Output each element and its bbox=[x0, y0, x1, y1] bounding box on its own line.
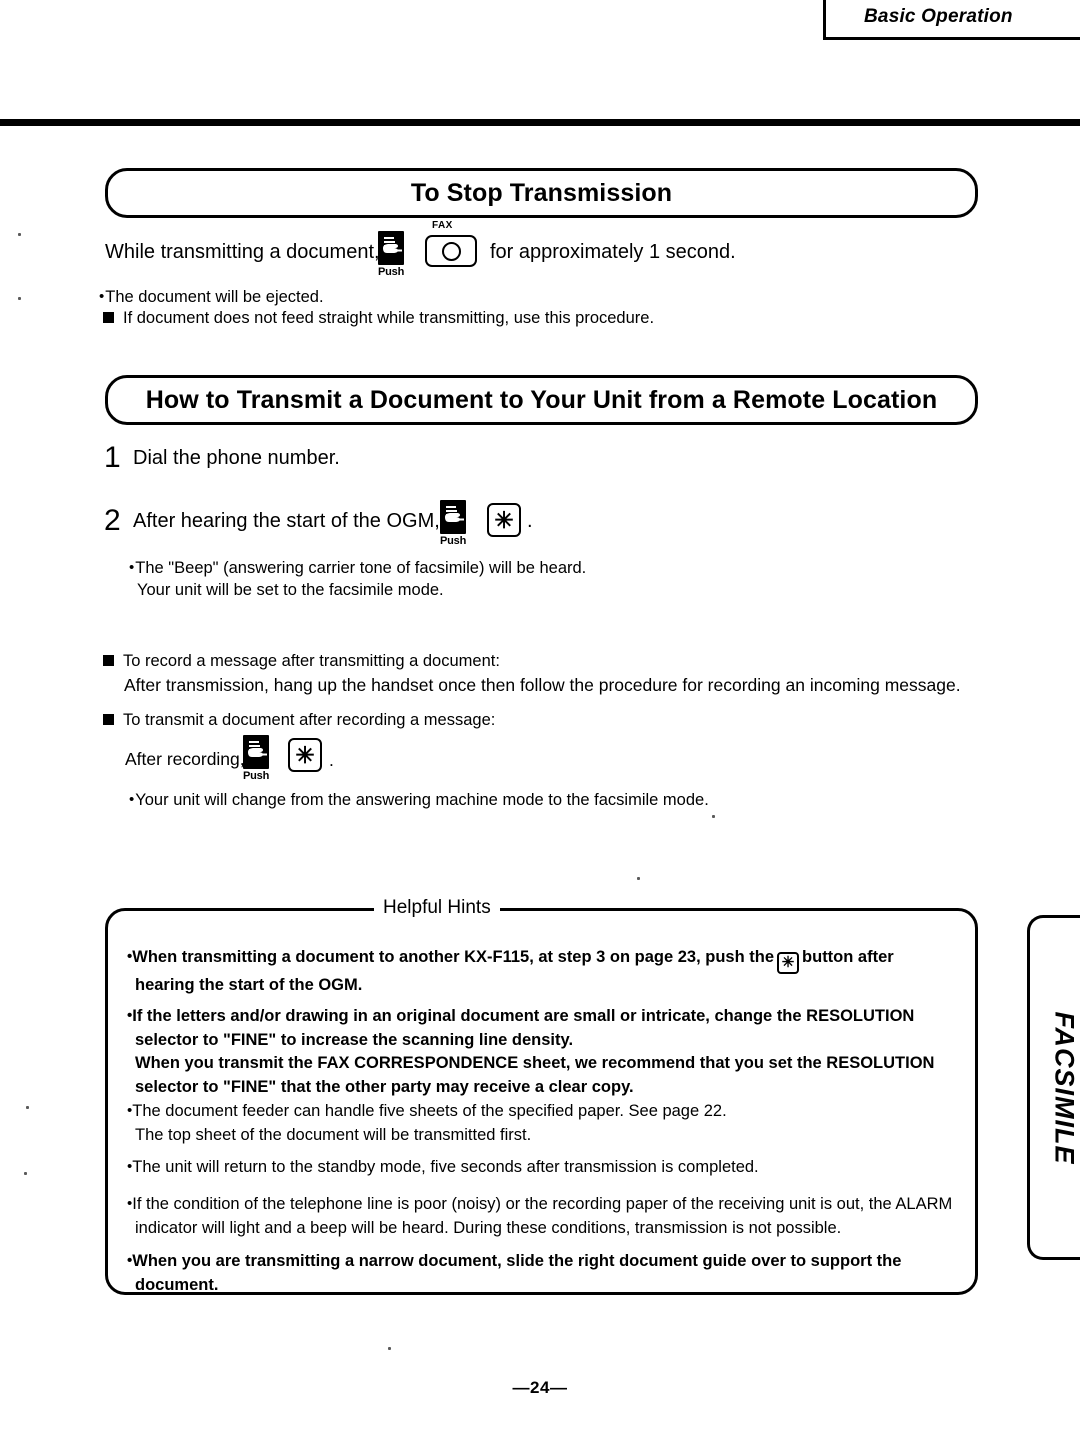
scan-speckle bbox=[18, 233, 21, 236]
scan-speckle bbox=[388, 1347, 391, 1350]
push-label: Push bbox=[378, 266, 405, 278]
hint-line-1: If the letters and/or drawing in an orig… bbox=[132, 1007, 915, 1025]
step-2-text-before: After hearing the start of the OGM, bbox=[133, 510, 440, 532]
hint-line-1: The unit will return to the standby mode… bbox=[132, 1158, 759, 1176]
asterisk-button-inline[interactable]: ✳ bbox=[777, 951, 800, 974]
after-recording-label: After recording, bbox=[125, 749, 245, 769]
note-text: Your unit will change from the answering… bbox=[135, 791, 709, 809]
square-note-text: If document does not feed straight while… bbox=[123, 309, 655, 327]
step-1-text: Dial the phone number. bbox=[133, 447, 340, 469]
section-title-text: How to Transmit a Document to Your Unit … bbox=[145, 385, 938, 414]
section-heading-remote-transmit: How to Transmit a Document to Your Unit … bbox=[105, 375, 978, 425]
step-2-number: 2 bbox=[104, 504, 121, 537]
hint-item-4: •The unit will return to the standby mod… bbox=[127, 1155, 957, 1180]
push-hand-icon-stop: Push bbox=[378, 231, 404, 278]
scan-speckle bbox=[26, 1106, 29, 1109]
side-index-tab-facsimile: FACSIMILE bbox=[1027, 915, 1080, 1260]
step-2-note-1: •The "Beep" (answering carrier tone of f… bbox=[129, 557, 586, 579]
square-note-heading: To transmit a document after recording a… bbox=[123, 711, 496, 729]
header-divider-rule bbox=[0, 119, 1080, 126]
asterisk-button-after-recording[interactable]: ✳ bbox=[288, 738, 322, 772]
page-number: —24— bbox=[512, 1378, 568, 1397]
hint-item-3: •The document feeder can handle five she… bbox=[127, 1099, 957, 1147]
note-text: The "Beep" (answering carrier tone of fa… bbox=[135, 559, 587, 577]
bullet-square-icon bbox=[103, 655, 114, 666]
after-recording-period: . bbox=[329, 750, 334, 770]
stop-instruction-before: While transmitting a document, bbox=[105, 241, 380, 263]
note-text: Your unit will be set to the facsimile m… bbox=[137, 581, 444, 599]
side-index-tab-label: FACSIMILE bbox=[1049, 1010, 1079, 1165]
running-header-box: Basic Operation bbox=[823, 0, 1080, 40]
bullet-square-icon bbox=[103, 312, 114, 323]
square-note-record-body: After transmission, hang up the handset … bbox=[124, 675, 961, 695]
bullet-dot-icon: • bbox=[129, 559, 135, 576]
square-note-feed-straight: If document does not feed straight while… bbox=[103, 307, 963, 330]
push-hand-icon-after-recording: Push bbox=[243, 735, 269, 782]
hand-icon bbox=[440, 500, 466, 534]
hand-icon bbox=[378, 231, 404, 265]
push-label: Push bbox=[440, 535, 467, 547]
fax-button-caption: FAX bbox=[432, 220, 453, 231]
hint-line-2: indicator will light and a beep will be … bbox=[135, 1218, 842, 1237]
stop-instruction-after: for approximately 1 second. bbox=[490, 241, 736, 263]
square-note-record-after-transmit: To record a message after transmitting a… bbox=[103, 650, 983, 673]
hint-line-2: selector to "FINE" to increase the scann… bbox=[135, 1030, 574, 1049]
push-hand-icon-step2: Push bbox=[440, 500, 466, 547]
running-header-label: Basic Operation bbox=[864, 6, 1013, 27]
hint-line-1: The document feeder can handle five shee… bbox=[132, 1102, 727, 1120]
hand-icon bbox=[243, 735, 269, 769]
step-2-text-after: . bbox=[527, 510, 533, 532]
scan-speckle bbox=[24, 1172, 27, 1175]
hint-item-5: •If the condition of the telephone line … bbox=[127, 1192, 957, 1240]
scan-speckle bbox=[18, 297, 21, 300]
section-heading-stop-transmission: To Stop Transmission bbox=[105, 168, 978, 218]
hint-line2: hearing the start of the OGM. bbox=[135, 975, 363, 994]
asterisk-button-step2[interactable]: ✳ bbox=[487, 503, 521, 537]
fax-button[interactable] bbox=[425, 235, 477, 267]
hint-item-6: •When you are transmitting a narrow docu… bbox=[127, 1249, 957, 1297]
hint-line-1: If the condition of the telephone line i… bbox=[132, 1195, 953, 1213]
hint-part2: button after bbox=[802, 948, 894, 966]
note-document-ejected: •The document will be ejected. bbox=[99, 286, 324, 308]
hint-item-1: •When transmitting a document to another… bbox=[127, 945, 957, 997]
scan-speckle bbox=[712, 815, 715, 818]
hint-line-2: document. bbox=[135, 1275, 219, 1294]
push-label: Push bbox=[243, 770, 270, 782]
square-note-2-body: •Your unit will change from the answerin… bbox=[129, 789, 709, 811]
scan-speckle bbox=[637, 877, 640, 880]
bullet-dot-icon: • bbox=[129, 791, 135, 808]
square-note-heading: To record a message after transmitting a… bbox=[123, 652, 500, 670]
section-title-text: To Stop Transmission bbox=[410, 178, 673, 207]
bullet-square-icon bbox=[103, 714, 114, 725]
step-2-note-2: Your unit will be set to the facsimile m… bbox=[137, 579, 444, 601]
note-text: The document will be ejected. bbox=[105, 288, 324, 306]
square-note-transmit-after-record: To transmit a document after recording a… bbox=[103, 709, 983, 732]
hint-line-2: The top sheet of the document will be tr… bbox=[135, 1125, 532, 1144]
hint-part1: When transmitting a document to another … bbox=[132, 948, 775, 966]
circle-icon bbox=[441, 241, 461, 261]
bullet-dot-icon: • bbox=[99, 288, 105, 305]
hint-line-3: When you transmit the FAX CORRESPONDENCE… bbox=[135, 1054, 935, 1072]
hint-line-4: selector to "FINE" that the other party … bbox=[135, 1077, 634, 1096]
hint-line-1: When you are transmitting a narrow docum… bbox=[132, 1252, 902, 1270]
step-1-number: 1 bbox=[104, 441, 121, 474]
hint-item-2: •If the letters and/or drawing in an ori… bbox=[127, 1004, 957, 1099]
helpful-hints-legend: Helpful Hints bbox=[374, 896, 500, 920]
